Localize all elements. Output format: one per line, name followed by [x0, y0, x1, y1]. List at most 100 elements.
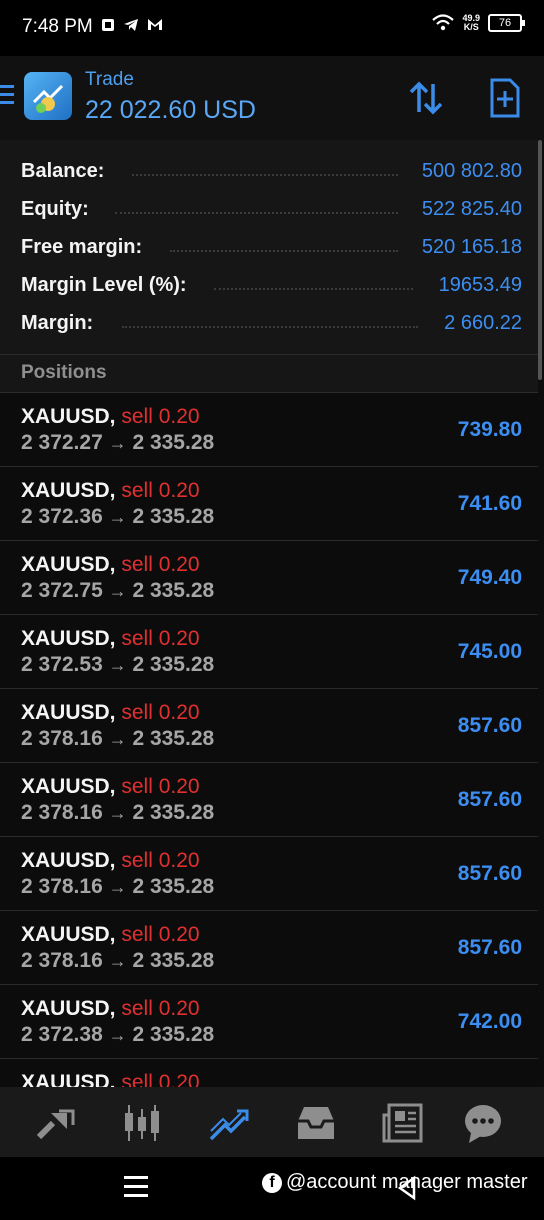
- current-price: 2 335.28: [132, 431, 215, 454]
- price-arrow-icon: →: [108, 433, 127, 453]
- summary-row-balance: Balance: 500 802.80: [0, 152, 538, 190]
- position-row[interactable]: XAUUSD, sell 0.20 2 372.75 → 2 335.28 749.…: [0, 541, 538, 615]
- open-price: 2 372.27: [21, 431, 103, 454]
- position-row[interactable]: XAUUSD, sell 0.20: [0, 1059, 538, 1087]
- watermark: f @account manager master: [262, 1171, 528, 1194]
- position-type: sell 0.20: [121, 775, 200, 798]
- position-symbol: XAUUSD,: [21, 627, 116, 650]
- position-row[interactable]: XAUUSD, sell 0.20 2 372.38 → 2 335.28 742.…: [0, 985, 538, 1059]
- system-nav-bar: f @account manager master: [0, 1157, 544, 1220]
- current-price: 2 335.28: [132, 949, 215, 972]
- position-row[interactable]: XAUUSD, sell 0.20 2 372.53 → 2 335.28 745.…: [0, 615, 538, 689]
- summary-row-margin: Margin: 2 660.22: [0, 304, 538, 342]
- summary-value: 500 802.80: [421, 160, 522, 182]
- position-prices: 2 378.16 → 2 335.28: [21, 875, 214, 899]
- position-profit: 857.60: [457, 788, 522, 811]
- tab-history[interactable]: [294, 1101, 338, 1145]
- summary-row-margin-level: Margin Level (%): 19653.49: [0, 266, 538, 304]
- open-price: 2 378.16: [21, 949, 103, 972]
- account-summary: Balance: 500 802.80 Equity: 522 825.40 F…: [0, 140, 538, 355]
- summary-label: Balance:: [21, 160, 105, 182]
- position-title: XAUUSD, sell 0.20: [21, 479, 200, 503]
- position-symbol: XAUUSD,: [21, 1071, 116, 1087]
- price-arrow-icon: →: [108, 729, 127, 749]
- position-type: sell 0.20: [121, 1071, 200, 1087]
- recent-apps-button[interactable]: [124, 1176, 148, 1203]
- tab-news[interactable]: [381, 1101, 425, 1145]
- position-profit: 857.60: [457, 714, 522, 737]
- open-price: 2 378.16: [21, 727, 103, 750]
- current-price: 2 335.28: [132, 875, 215, 898]
- facebook-icon: f: [262, 1172, 282, 1193]
- price-arrow-icon: →: [108, 655, 127, 675]
- menu-icon[interactable]: [0, 85, 14, 109]
- dotted-leader: [170, 250, 398, 252]
- tab-chart[interactable]: [120, 1101, 164, 1145]
- summary-label: Margin:: [21, 312, 94, 334]
- position-symbol: XAUUSD,: [21, 997, 116, 1020]
- position-title: XAUUSD, sell 0.20: [21, 1071, 200, 1087]
- scrollbar[interactable]: [538, 140, 542, 380]
- current-price: 2 335.28: [132, 505, 215, 528]
- tab-quotes[interactable]: [33, 1101, 77, 1145]
- position-row[interactable]: XAUUSD, sell 0.20 2 378.16 → 2 335.28 857.…: [0, 837, 538, 911]
- position-title: XAUUSD, sell 0.20: [21, 553, 200, 577]
- positions-section-header: Positions: [0, 355, 538, 393]
- tab-messages[interactable]: [461, 1101, 505, 1145]
- position-type: sell 0.20: [121, 627, 200, 650]
- open-price: 2 378.16: [21, 875, 103, 898]
- tab-trade[interactable]: [207, 1101, 251, 1145]
- position-profit: 742.00: [457, 1010, 522, 1033]
- position-symbol: XAUUSD,: [21, 553, 116, 576]
- battery-indicator: 76: [488, 14, 525, 32]
- summary-value: 19653.49: [438, 274, 522, 296]
- position-row[interactable]: XAUUSD, sell 0.20 2 378.16 → 2 335.28 857.…: [0, 689, 538, 763]
- positions-list[interactable]: XAUUSD, sell 0.20 2 372.27 → 2 335.28 739.…: [0, 393, 538, 1087]
- position-type: sell 0.20: [121, 701, 200, 724]
- position-prices: 2 378.16 → 2 335.28: [21, 727, 214, 751]
- position-symbol: XAUUSD,: [21, 849, 116, 872]
- news-icon: [382, 1103, 423, 1143]
- price-arrow-icon: →: [108, 581, 127, 601]
- position-title: XAUUSD, sell 0.20: [21, 923, 200, 947]
- watermark-text: @account manager master: [286, 1171, 528, 1193]
- position-row[interactable]: XAUUSD, sell 0.20 2 372.36 → 2 335.28 741.…: [0, 467, 538, 541]
- sort-icon: [409, 81, 443, 115]
- position-type: sell 0.20: [121, 849, 200, 872]
- new-order-button[interactable]: [484, 76, 526, 120]
- position-profit: 739.80: [457, 418, 522, 441]
- telegram-icon: [124, 19, 138, 31]
- summary-label: Free margin:: [21, 236, 143, 258]
- position-symbol: XAUUSD,: [21, 479, 116, 502]
- position-profit: 857.60: [457, 936, 522, 959]
- header-balance: 22 022.60 USD: [85, 96, 256, 124]
- dotted-leader: [132, 174, 398, 176]
- position-title: XAUUSD, sell 0.20: [21, 405, 200, 429]
- summary-value: 522 825.40: [421, 198, 522, 220]
- price-arrow-icon: →: [108, 803, 127, 823]
- new-order-icon: [490, 78, 520, 118]
- price-arrow-icon: →: [108, 877, 127, 897]
- price-arrow-icon: →: [108, 951, 127, 971]
- chart-icon: [125, 1105, 159, 1141]
- quotes-icon: [36, 1109, 75, 1140]
- position-profit: 745.00: [457, 640, 522, 663]
- current-price: 2 335.28: [132, 579, 215, 602]
- position-row[interactable]: XAUUSD, sell 0.20 2 372.27 → 2 335.28 739.…: [0, 393, 538, 467]
- open-price: 2 372.53: [21, 653, 103, 676]
- position-type: sell 0.20: [121, 405, 200, 428]
- position-prices: 2 372.75 → 2 335.28: [21, 579, 214, 603]
- position-title: XAUUSD, sell 0.20: [21, 627, 200, 651]
- position-type: sell 0.20: [121, 553, 200, 576]
- open-price: 2 378.16: [21, 801, 103, 824]
- current-price: 2 335.28: [132, 801, 215, 824]
- positions-title: Positions: [21, 362, 107, 383]
- position-row[interactable]: XAUUSD, sell 0.20 2 378.16 → 2 335.28 857.…: [0, 763, 538, 837]
- position-title: XAUUSD, sell 0.20: [21, 701, 200, 725]
- position-row[interactable]: XAUUSD, sell 0.20 2 378.16 → 2 335.28 857.…: [0, 911, 538, 985]
- app-logo: [24, 72, 72, 120]
- sort-button[interactable]: [404, 76, 448, 120]
- network-speed-unit: K/S: [463, 22, 479, 32]
- position-symbol: XAUUSD,: [21, 405, 116, 428]
- app-notification-icon: [102, 19, 114, 31]
